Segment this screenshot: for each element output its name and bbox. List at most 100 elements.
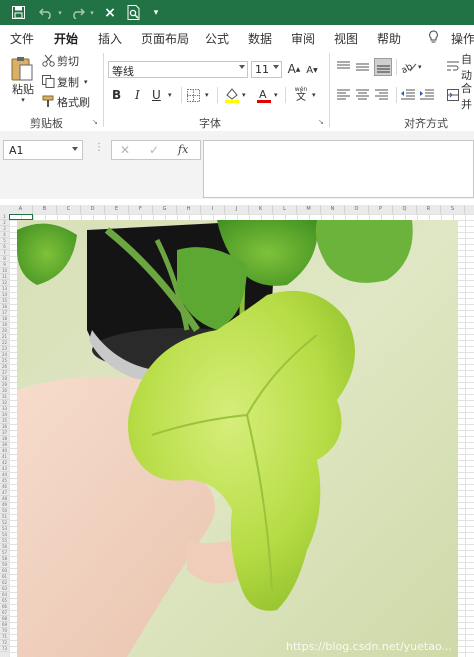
fill-color-icon[interactable] [224,87,240,103]
format-painter-icon[interactable] [42,95,55,108]
bold-button[interactable]: B [112,88,121,102]
column-header[interactable]: M [297,205,321,214]
save-icon[interactable] [10,3,26,22]
clipboard-group-label: 剪贴板 [30,117,63,130]
copy-button[interactable]: 复制 [57,76,79,89]
column-header[interactable]: J [225,205,249,214]
align-left-icon[interactable] [337,89,350,101]
customize-toolbar-icon[interactable]: ▾ [151,3,161,22]
font-launcher-icon[interactable]: ↘ [318,118,324,126]
formula-input[interactable] [203,140,474,198]
column-header[interactable]: S [441,205,465,214]
column-header[interactable]: P [369,205,393,214]
fill-color-dropdown-icon[interactable]: ▾ [242,91,246,99]
row-header[interactable]: 73 [0,646,9,652]
format-painter-button[interactable]: 格式刷 [57,96,90,109]
copy-icon[interactable] [42,75,55,88]
column-header[interactable]: H [177,205,201,214]
phonetic-dropdown-icon[interactable]: ▾ [312,91,316,99]
orientation-icon[interactable]: ab [401,60,417,74]
merge-center-button[interactable]: 合并 [461,82,474,111]
align-right-icon[interactable] [375,89,388,101]
orientation-dropdown-icon[interactable]: ▾ [418,63,422,71]
merge-center-icon[interactable] [447,89,459,101]
group-divider [329,53,330,127]
column-header[interactable]: F [129,205,153,214]
grow-font-button[interactable]: A ▲ [287,61,301,77]
column-header[interactable]: K [249,205,273,214]
column-header[interactable]: B [33,205,57,214]
cut-icon[interactable] [42,54,55,67]
column-header[interactable]: E [105,205,129,214]
formula-bar: A1 ⋮ ✕ ✓ fx [0,131,474,199]
font-color-icon[interactable]: A [256,87,272,103]
align-middle-icon[interactable] [356,61,369,73]
undo-dropdown-icon[interactable]: ▾ [56,3,64,22]
column-header[interactable]: A [9,205,33,214]
paste-dropdown-icon[interactable]: ▾ [18,96,28,104]
redo-dropdown-icon[interactable]: ▾ [88,3,96,22]
align-center-icon[interactable] [356,89,369,101]
name-box-value: A1 [9,144,24,157]
arrow-up-icon: ▲ [295,65,301,73]
print-preview-icon[interactable] [126,3,142,22]
wrap-text-button[interactable]: 自动 [461,53,474,82]
font-size-dropdown[interactable]: 11 [251,61,282,78]
tab-formulas[interactable]: 公式 [205,30,229,47]
cut-button[interactable]: 剪切 [57,55,79,68]
column-header[interactable]: T [465,205,474,214]
clipboard-launcher-icon[interactable]: ↘ [92,118,98,126]
more-options-icon[interactable]: ⋮ [94,142,104,153]
column-header[interactable]: O [345,205,369,214]
align-top-icon[interactable] [337,61,350,73]
underline-button[interactable]: U [152,88,161,102]
font-color-dropdown-icon[interactable]: ▾ [274,91,278,99]
paste-button[interactable]: 粘贴 [10,82,36,96]
tab-insert[interactable]: 插入 [98,30,122,47]
decrease-indent-icon[interactable] [401,89,415,101]
shrink-font-button[interactable]: A ▼ [305,62,319,78]
column-header[interactable]: D [81,205,105,214]
column-header[interactable]: C [57,205,81,214]
font-name-dropdown[interactable]: 等线 [108,61,248,78]
tab-tell-me[interactable]: 操作 [451,30,474,47]
tab-review[interactable]: 审阅 [291,30,315,47]
redo-icon[interactable] [70,3,86,22]
borders-dropdown-icon[interactable]: ▾ [205,91,209,99]
close-icon[interactable]: × [103,3,117,22]
column-header[interactable]: L [273,205,297,214]
title-bar: ▾ ▾ × ▾ [0,0,474,25]
column-header[interactable]: R [417,205,441,214]
tab-page-layout[interactable]: 页面布局 [141,30,189,47]
divider [181,87,182,103]
underline-dropdown-icon[interactable]: ▾ [168,91,172,99]
lightbulb-icon[interactable] [428,30,439,47]
cancel-icon[interactable]: ✕ [120,143,130,157]
tab-home[interactable]: 开始 [54,30,78,47]
name-box[interactable]: A1 [3,140,83,160]
column-header[interactable]: Q [393,205,417,214]
phonetic-char: 文 [296,92,306,103]
tab-view[interactable]: 视图 [334,30,358,47]
column-header[interactable]: G [153,205,177,214]
phonetic-guide-button[interactable]: wén 文 [292,85,310,103]
tab-file[interactable]: 文件 [10,30,34,47]
undo-icon[interactable] [38,3,54,22]
tab-help[interactable]: 帮助 [377,30,401,47]
chevron-down-icon [72,147,78,151]
insert-function-icon[interactable]: fx [178,143,188,156]
copy-dropdown-icon[interactable]: ▾ [84,78,88,86]
wrap-text-icon[interactable] [447,60,459,72]
paste-icon[interactable] [8,55,36,83]
column-header[interactable]: I [201,205,225,214]
italic-button[interactable]: I [135,88,140,102]
column-header[interactable]: N [321,205,345,214]
borders-icon[interactable] [187,89,200,102]
embedded-plant-photo[interactable]: https://blog.csdn.net/yuetao... [17,220,458,657]
confirm-icon[interactable]: ✓ [149,143,159,157]
align-bottom-icon[interactable] [374,58,392,76]
tab-data[interactable]: 数据 [248,30,272,47]
increase-indent-icon[interactable] [420,89,434,101]
font-group-label: 字体 [199,117,221,130]
svg-text:A: A [259,88,267,101]
